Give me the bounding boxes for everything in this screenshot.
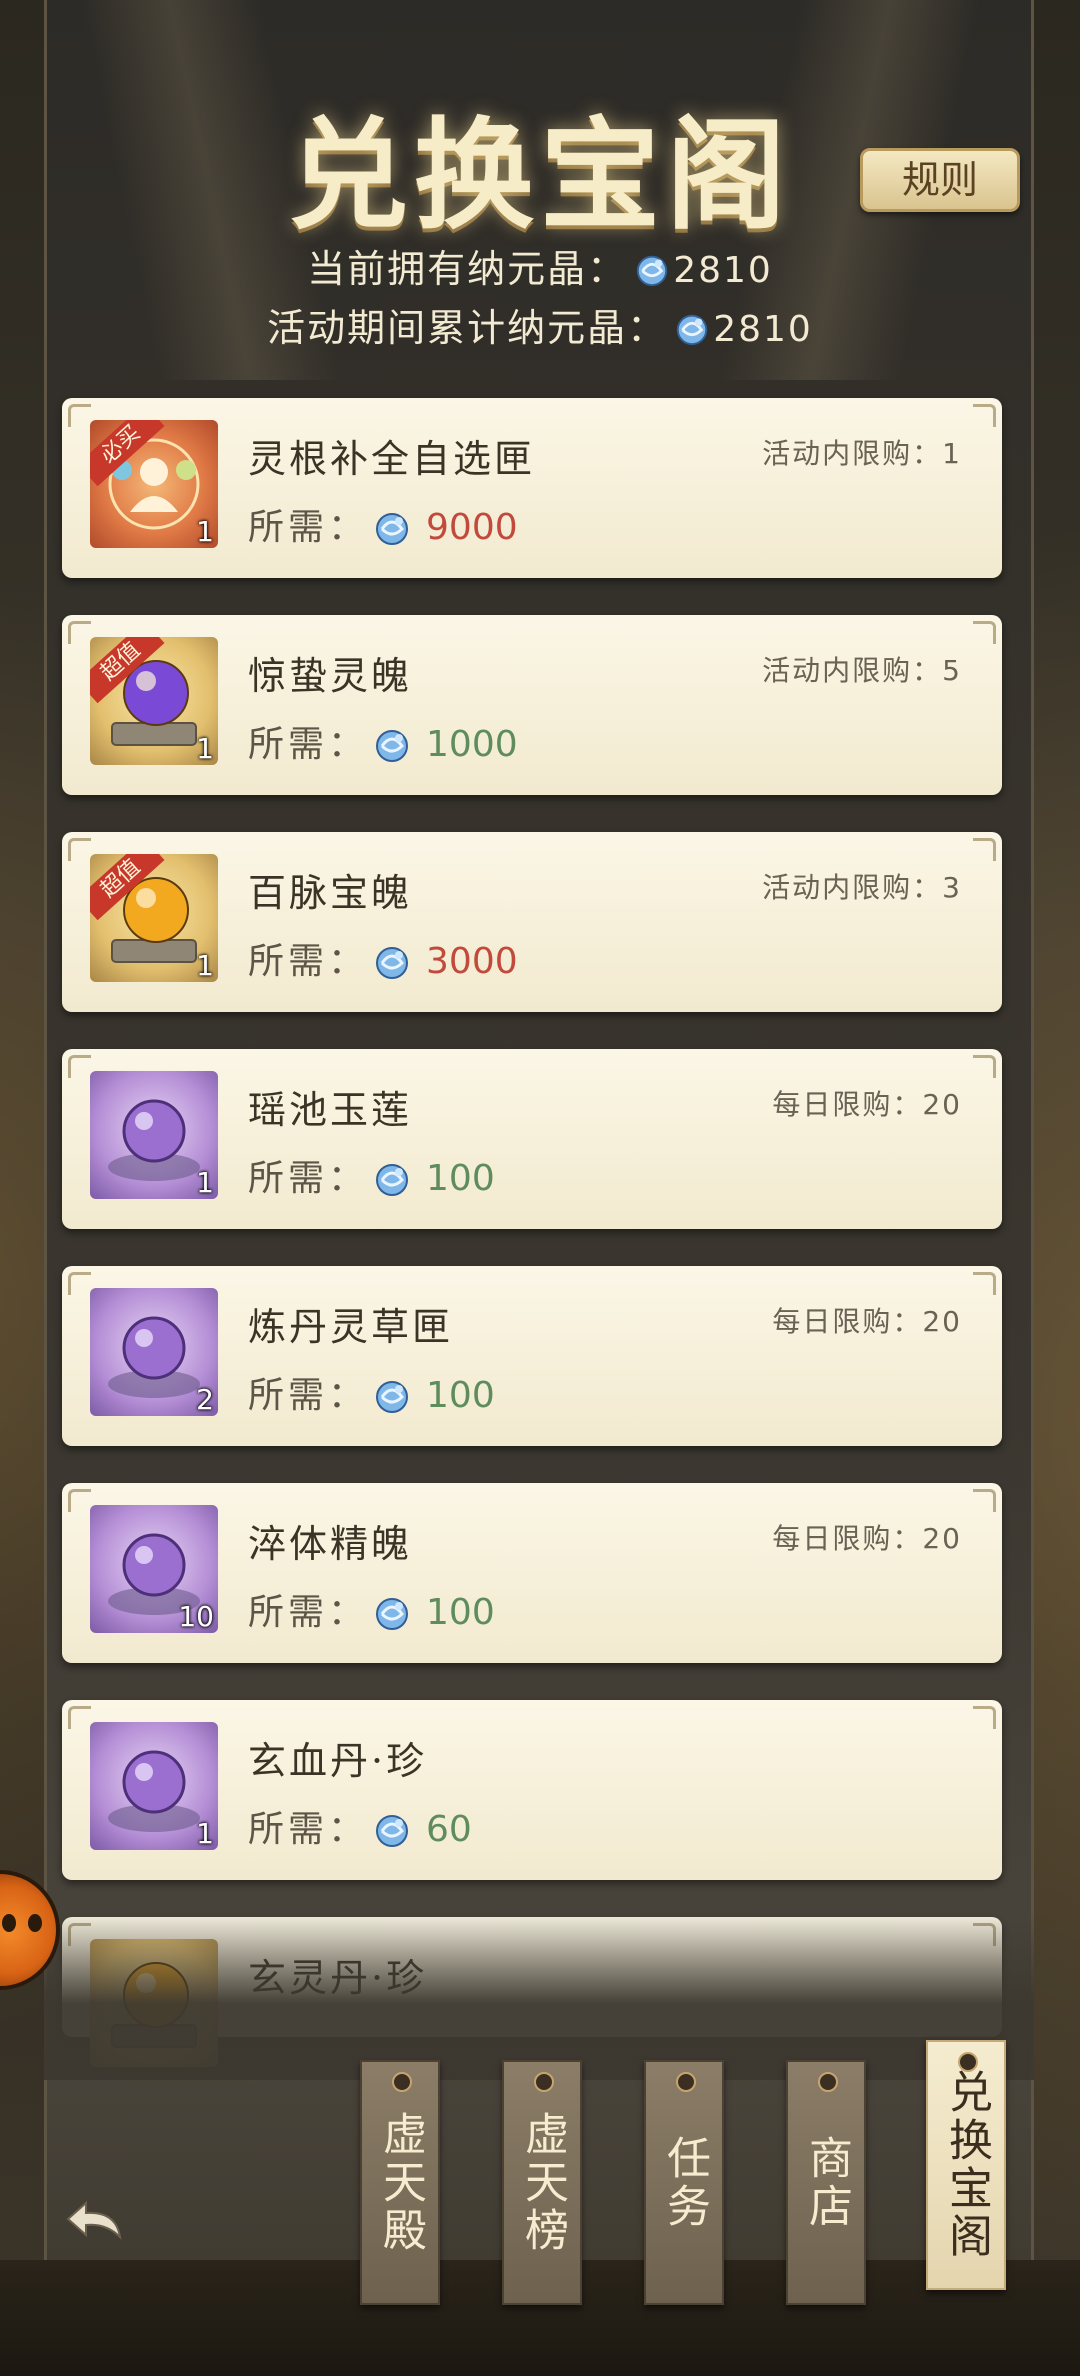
nav-tab-exchange[interactable]: 兑换宝阁 xyxy=(926,2040,1006,2290)
cost-label: 所需： xyxy=(248,1158,369,1199)
item-price: 1000 xyxy=(426,724,518,765)
item-price: 60 xyxy=(426,1809,472,1850)
current-currency: 当前拥有纳元晶： 2810 xyxy=(0,238,1080,293)
item-cost: 所需： 60 xyxy=(248,1800,472,1852)
purchase-limit-label: 活动内限购： xyxy=(762,871,943,904)
item-price: 3000 xyxy=(426,941,518,982)
mascot-eye xyxy=(28,1914,42,1932)
item-quantity: 1 xyxy=(196,1166,214,1199)
dragon-gem-icon xyxy=(376,1381,409,1413)
item-cost: 所需： 100 xyxy=(248,1149,495,1201)
purchase-limit: 活动内限购：5 xyxy=(762,649,962,689)
item-price: 9000 xyxy=(426,507,518,548)
nav-tab-shop[interactable]: 商店 xyxy=(786,2060,866,2305)
item-thumbnail[interactable]: 必买 1 xyxy=(90,420,218,548)
cost-label: 所需： xyxy=(248,507,369,548)
purchase-limit-label: 每日限购： xyxy=(772,1305,923,1338)
exchange-item-card[interactable]: 2 炼丹灵草匣所需： 100 每日限购：20 xyxy=(62,1266,1002,1446)
bottom-navigation: 虚天殿 虚天榜 任务 商店 兑换宝阁 xyxy=(0,2040,1080,2376)
purchase-limit-label: 每日限购： xyxy=(772,1522,923,1555)
item-cost: 所需： 100 xyxy=(248,1583,495,1635)
item-name: 百脉宝魄 xyxy=(248,871,413,915)
purchase-limit-label: 活动内限购： xyxy=(762,654,943,687)
current-currency-label: 当前拥有纳元晶： xyxy=(307,247,628,291)
purchase-limit-value: 20 xyxy=(922,1522,962,1555)
dragon-gem-icon xyxy=(376,513,409,545)
item-quantity: 10 xyxy=(178,1600,214,1633)
purchase-limit: 活动内限购：3 xyxy=(762,866,962,906)
purchase-limit: 每日限购：20 xyxy=(772,1300,962,1340)
item-quantity: 1 xyxy=(196,949,214,982)
dragon-gem-icon xyxy=(676,314,708,346)
dragon-gem-icon xyxy=(376,1815,409,1847)
item-price: 100 xyxy=(426,1375,495,1416)
item-name: 灵根补全自选匣 xyxy=(248,437,536,481)
item-thumbnail[interactable]: 1 xyxy=(90,1722,218,1850)
item-thumbnail[interactable]: 1 xyxy=(90,1071,218,1199)
purchase-limit-value: 1 xyxy=(942,437,962,470)
nav-tab-xutiandian[interactable]: 虚天殿 xyxy=(360,2060,440,2305)
item-quantity: 1 xyxy=(196,1817,214,1850)
rules-button[interactable]: 规则 xyxy=(860,148,1020,212)
item-price: 100 xyxy=(426,1158,495,1199)
cost-label: 所需： xyxy=(248,941,369,982)
item-name: 瑶池玉莲 xyxy=(248,1088,413,1132)
item-thumbnail[interactable]: 超值 1 xyxy=(90,637,218,765)
total-currency-label: 活动期间累计纳元晶： xyxy=(267,306,668,350)
item-thumbnail[interactable]: 超值 1 xyxy=(90,854,218,982)
exchange-item-card[interactable]: 1 瑶池玉莲所需： 100 每日限购：20 xyxy=(62,1049,1002,1229)
item-thumbnail[interactable]: 10 xyxy=(90,1505,218,1633)
item-name: 淬体精魄 xyxy=(248,1522,413,1566)
current-currency-value: 2810 xyxy=(673,250,773,291)
mascot-eye xyxy=(2,1914,16,1932)
item-quantity: 1 xyxy=(196,515,214,548)
cost-label: 所需： xyxy=(248,1809,369,1850)
dragon-gem-icon xyxy=(636,255,668,287)
item-cost: 所需： 9000 xyxy=(248,498,518,550)
cost-label: 所需： xyxy=(248,1592,369,1633)
purchase-limit-label: 活动内限购： xyxy=(762,437,943,470)
purchase-limit-value: 20 xyxy=(922,1088,962,1121)
item-cost: 所需： 100 xyxy=(248,1366,495,1418)
purchase-limit-label: 每日限购： xyxy=(772,1088,923,1121)
exchange-item-card[interactable]: 超值 1 惊蛰灵魄所需： 1000 活动内限购：5 xyxy=(62,615,1002,795)
item-name: 炼丹灵草匣 xyxy=(248,1305,454,1349)
dragon-gem-icon xyxy=(376,947,409,979)
total-currency: 活动期间累计纳元晶： 2810 xyxy=(0,297,1080,352)
item-quantity: 2 xyxy=(196,1383,214,1416)
purchase-limit: 每日限购：20 xyxy=(772,1083,962,1123)
nav-tab-xutianbang[interactable]: 虚天榜 xyxy=(502,2060,582,2305)
dragon-gem-icon xyxy=(376,1598,409,1630)
total-currency-value: 2810 xyxy=(713,309,813,350)
exchange-item-card[interactable]: 超值 1 百脉宝魄所需： 3000 活动内限购：3 xyxy=(62,832,1002,1012)
purchase-limit-value: 20 xyxy=(922,1305,962,1338)
item-name: 玄血丹·珍 xyxy=(248,1739,428,1783)
purchase-limit: 每日限购：20 xyxy=(772,1517,962,1557)
item-cost: 所需： 1000 xyxy=(248,715,518,767)
exchange-item-card[interactable]: 必买 1 灵根补全自选匣 所需： 9000 活动内限购：1 xyxy=(62,398,1002,578)
nav-tab-tasks[interactable]: 任务 xyxy=(644,2060,724,2305)
exchange-item-card[interactable]: 10 淬体精魄所需： 100 每日限购：20 xyxy=(62,1483,1002,1663)
item-quantity: 1 xyxy=(196,732,214,765)
item-name: 惊蛰灵魄 xyxy=(248,654,413,698)
cost-label: 所需： xyxy=(248,724,369,765)
dragon-gem-icon xyxy=(376,730,409,762)
purchase-limit-value: 3 xyxy=(942,871,962,904)
purchase-limit-value: 5 xyxy=(942,654,962,687)
purchase-limit: 活动内限购：1 xyxy=(762,432,962,472)
exchange-item-card[interactable]: 1 玄血丹·珍所需： 60 xyxy=(62,1700,1002,1880)
cost-label: 所需： xyxy=(248,1375,369,1416)
back-arrow-icon[interactable] xyxy=(60,2195,130,2255)
dragon-gem-icon xyxy=(376,1164,409,1196)
item-thumbnail[interactable]: 2 xyxy=(90,1288,218,1416)
item-price: 100 xyxy=(426,1592,495,1633)
item-cost: 所需： 3000 xyxy=(248,932,518,984)
